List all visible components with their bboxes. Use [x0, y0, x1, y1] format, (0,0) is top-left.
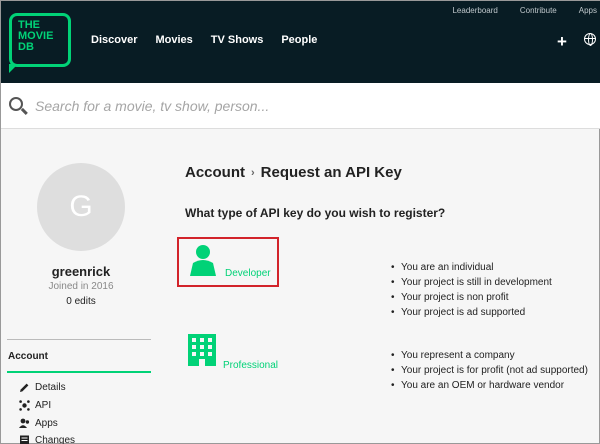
- sidebar-item-changes[interactable]: Changes: [19, 435, 75, 444]
- tmdb-logo[interactable]: THE MOVIE DB: [9, 13, 71, 73]
- pencil-icon: [19, 382, 30, 393]
- list-item: Your project is for profit (not ad suppo…: [391, 363, 588, 378]
- professional-option-button[interactable]: Professional: [187, 334, 278, 371]
- globe-icon[interactable]: [584, 33, 596, 46]
- nav-discover[interactable]: Discover: [91, 34, 137, 46]
- list-item: Your project is ad supported: [391, 305, 552, 320]
- chevron-right-icon: ›: [251, 166, 255, 179]
- nav-leaderboard[interactable]: Leaderboard: [452, 6, 497, 15]
- nav-tv-shows[interactable]: TV Shows: [211, 34, 264, 46]
- list-item: You represent a company: [391, 348, 588, 363]
- professional-criteria-list: You represent a company Your project is …: [391, 348, 588, 393]
- sidebar-item-apps[interactable]: Apps: [19, 418, 58, 429]
- nav-people[interactable]: People: [281, 34, 317, 46]
- avatar[interactable]: G: [37, 163, 125, 251]
- sidebar-item-details[interactable]: Details: [19, 382, 66, 393]
- list-item: Your project is non profit: [391, 290, 552, 305]
- search-icon[interactable]: [9, 97, 23, 111]
- nav-movies[interactable]: Movies: [155, 34, 192, 46]
- logo-line-3: DB: [18, 41, 34, 53]
- list-item: You are an OEM or hardware vendor: [391, 378, 588, 393]
- sidebar-item-label: Changes: [35, 435, 76, 444]
- nav-contribute[interactable]: Contribute: [520, 6, 557, 15]
- api-icon: [19, 400, 30, 411]
- sidebar-item-api[interactable]: API: [19, 400, 51, 411]
- list-item: You are an individual: [391, 260, 552, 275]
- username[interactable]: greenrick: [1, 264, 161, 279]
- developer-option-label[interactable]: Developer: [225, 268, 271, 279]
- sidebar-item-label: Apps: [35, 418, 58, 429]
- top-links: Leaderboard Contribute Apps: [452, 6, 597, 15]
- search-input[interactable]: [35, 96, 575, 116]
- apps-icon: [19, 418, 30, 429]
- section-underline: [7, 371, 151, 373]
- sidebar-section-title: Account: [8, 351, 48, 362]
- developer-option-button[interactable]: Developer: [187, 244, 271, 281]
- person-icon: [187, 244, 219, 281]
- developer-criteria-list: You are an individual Your project is st…: [391, 260, 552, 320]
- question-heading: What type of API key do you wish to regi…: [185, 206, 446, 220]
- search-bar: [1, 83, 600, 129]
- building-icon: [187, 334, 217, 371]
- edit-count: 0 edits: [66, 296, 96, 307]
- professional-option-label[interactable]: Professional: [223, 360, 278, 371]
- sidebar-divider: [7, 339, 151, 340]
- sidebar-item-label: Details: [35, 382, 66, 393]
- top-navbar: THE MOVIE DB Discover Movies TV Shows Pe…: [1, 1, 600, 83]
- plus-icon[interactable]: +: [557, 32, 567, 52]
- page-title: Request an API Key: [260, 164, 402, 181]
- nav-apps[interactable]: Apps: [579, 6, 597, 15]
- changes-icon: [19, 435, 30, 444]
- sidebar-item-label: API: [35, 400, 52, 411]
- main-nav: Discover Movies TV Shows People: [91, 34, 317, 46]
- joined-date: Joined in 2016: [48, 281, 114, 292]
- list-item: Your project is still in development: [391, 275, 552, 290]
- breadcrumb-account[interactable]: Account: [185, 164, 245, 181]
- breadcrumb: Account › Request an API Key: [185, 164, 402, 181]
